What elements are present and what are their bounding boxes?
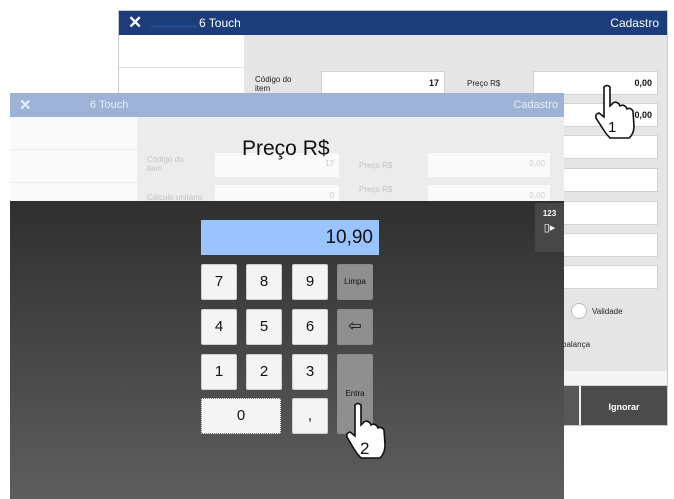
- close-icon[interactable]: ✕: [19, 96, 32, 114]
- faded-form-fields: Código do item 17 Preço R$ 0,00 Cálculo …: [137, 117, 564, 209]
- ghost-preco-label: Preço R$: [359, 161, 393, 170]
- window-title: Cadastro: [610, 16, 659, 30]
- validade-label: Validade: [592, 307, 623, 316]
- numeric-keypad: 10,90 7 8 9 Limpa 4 5 6 ⇦ 1 2 3 Entra 0 …: [10, 201, 564, 499]
- ghost-preco-field: 0,00: [428, 153, 550, 177]
- balanca-label: balança: [562, 340, 591, 349]
- list-item: [10, 117, 137, 150]
- side-tab-label: 123: [542, 209, 557, 218]
- key-7[interactable]: 7: [201, 264, 237, 300]
- key-8[interactable]: 8: [246, 264, 282, 300]
- hand-cursor-icon: 1: [595, 84, 635, 139]
- keyboard-toggle-icon: ▯▸: [543, 222, 556, 234]
- title-selection-bar: [151, 25, 197, 28]
- key-5[interactable]: 5: [246, 309, 282, 345]
- faded-title-bar: ✕ 6 Touch Cadastro: [10, 93, 564, 117]
- close-icon[interactable]: ✕: [128, 13, 142, 33]
- key-2[interactable]: 2: [246, 354, 282, 390]
- window-title: Cadastro: [513, 99, 558, 111]
- keypad-heading: Preço R$: [242, 137, 330, 160]
- ignorar-button[interactable]: Ignorar: [581, 386, 667, 425]
- title-bar: ✕ 6 Touch Cadastro: [119, 11, 667, 35]
- key-0[interactable]: 0: [201, 398, 281, 434]
- list-item: [10, 150, 137, 183]
- validade-radio[interactable]: [571, 303, 587, 319]
- keyboard-toggle-tab[interactable]: 123 ▯▸: [535, 203, 564, 252]
- codigo-field[interactable]: 17: [321, 71, 445, 95]
- step-number: 1: [608, 119, 616, 136]
- app-title: 6 Touch: [199, 16, 241, 30]
- key-4[interactable]: 4: [201, 309, 237, 345]
- preco-label: Preço R$: [467, 79, 501, 88]
- list-item[interactable]: [119, 35, 244, 68]
- step-number: 2: [360, 439, 369, 458]
- key-1[interactable]: 1: [201, 354, 237, 390]
- limpa-button[interactable]: Limpa: [337, 264, 373, 300]
- hand-cursor-icon: 2: [346, 402, 386, 459]
- app-title: 6 Touch: [90, 99, 129, 111]
- faded-side-list: [10, 117, 137, 201]
- backspace-icon[interactable]: ⇦: [337, 309, 373, 345]
- ghost-row2-preco-label: Preço R$: [359, 185, 393, 194]
- codigo-label: Código do item: [255, 75, 292, 93]
- faded-form: ✕ 6 Touch Cadastro Código do item 17 Pre…: [10, 93, 564, 209]
- key-3[interactable]: 3: [292, 354, 328, 390]
- price-keypad-window: ✕ 6 Touch Cadastro Código do item 17 Pre…: [10, 93, 564, 499]
- value-display: 10,90: [201, 220, 379, 255]
- key-comma[interactable]: ,: [292, 398, 328, 434]
- key-9[interactable]: 9: [292, 264, 328, 300]
- key-6[interactable]: 6: [292, 309, 328, 345]
- ghost-codigo-label: Código do item: [147, 155, 184, 173]
